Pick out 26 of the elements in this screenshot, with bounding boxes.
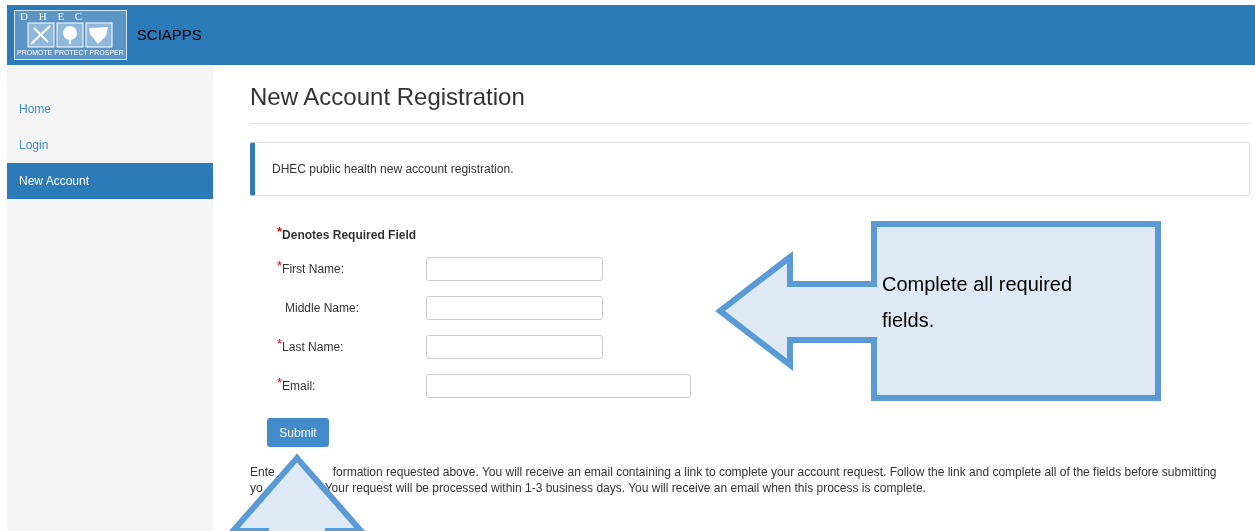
instruction-text: Ente bbox=[250, 464, 275, 480]
input-field[interactable] bbox=[426, 335, 603, 359]
nav-item[interactable]: Home bbox=[7, 91, 213, 127]
field-label: First Name: bbox=[282, 261, 345, 278]
input-field[interactable] bbox=[426, 257, 603, 281]
submit-button[interactable]: Submit bbox=[267, 418, 329, 447]
required-mark: * bbox=[277, 377, 283, 389]
field-label: Email: bbox=[282, 378, 316, 395]
logo-emblem-icon bbox=[26, 22, 115, 48]
callout-text: Complete all required fields. bbox=[882, 272, 1074, 333]
nav-item[interactable]: New Account bbox=[7, 163, 213, 199]
page-title: New Account Registration bbox=[250, 81, 1250, 124]
field-label: Middle Name: bbox=[285, 300, 360, 317]
email-field[interactable] bbox=[426, 374, 691, 398]
instruction-text: Your request will be processed within 1-3 business days. You will receive an email when this process is complete. bbox=[324, 480, 926, 496]
required-note: *Denotes Required Field bbox=[277, 226, 418, 244]
app-name: SCIAPPS bbox=[136, 24, 202, 45]
instruction-text: yo bbox=[250, 480, 263, 496]
instruction-text: formation requested above. You will receive an email containing a link to complete your account request. Follow the link and complete all of the fields before submitting bbox=[332, 464, 1217, 480]
info-text: DHEC public health new account registration. bbox=[272, 161, 514, 178]
nav-item[interactable]: Login bbox=[7, 127, 213, 163]
logo-letters: D H E C bbox=[19, 11, 88, 22]
required-mark: * bbox=[277, 338, 283, 350]
required-mark: * bbox=[277, 260, 283, 272]
input-field[interactable] bbox=[426, 296, 603, 320]
field-label: Last Name: bbox=[282, 339, 344, 356]
